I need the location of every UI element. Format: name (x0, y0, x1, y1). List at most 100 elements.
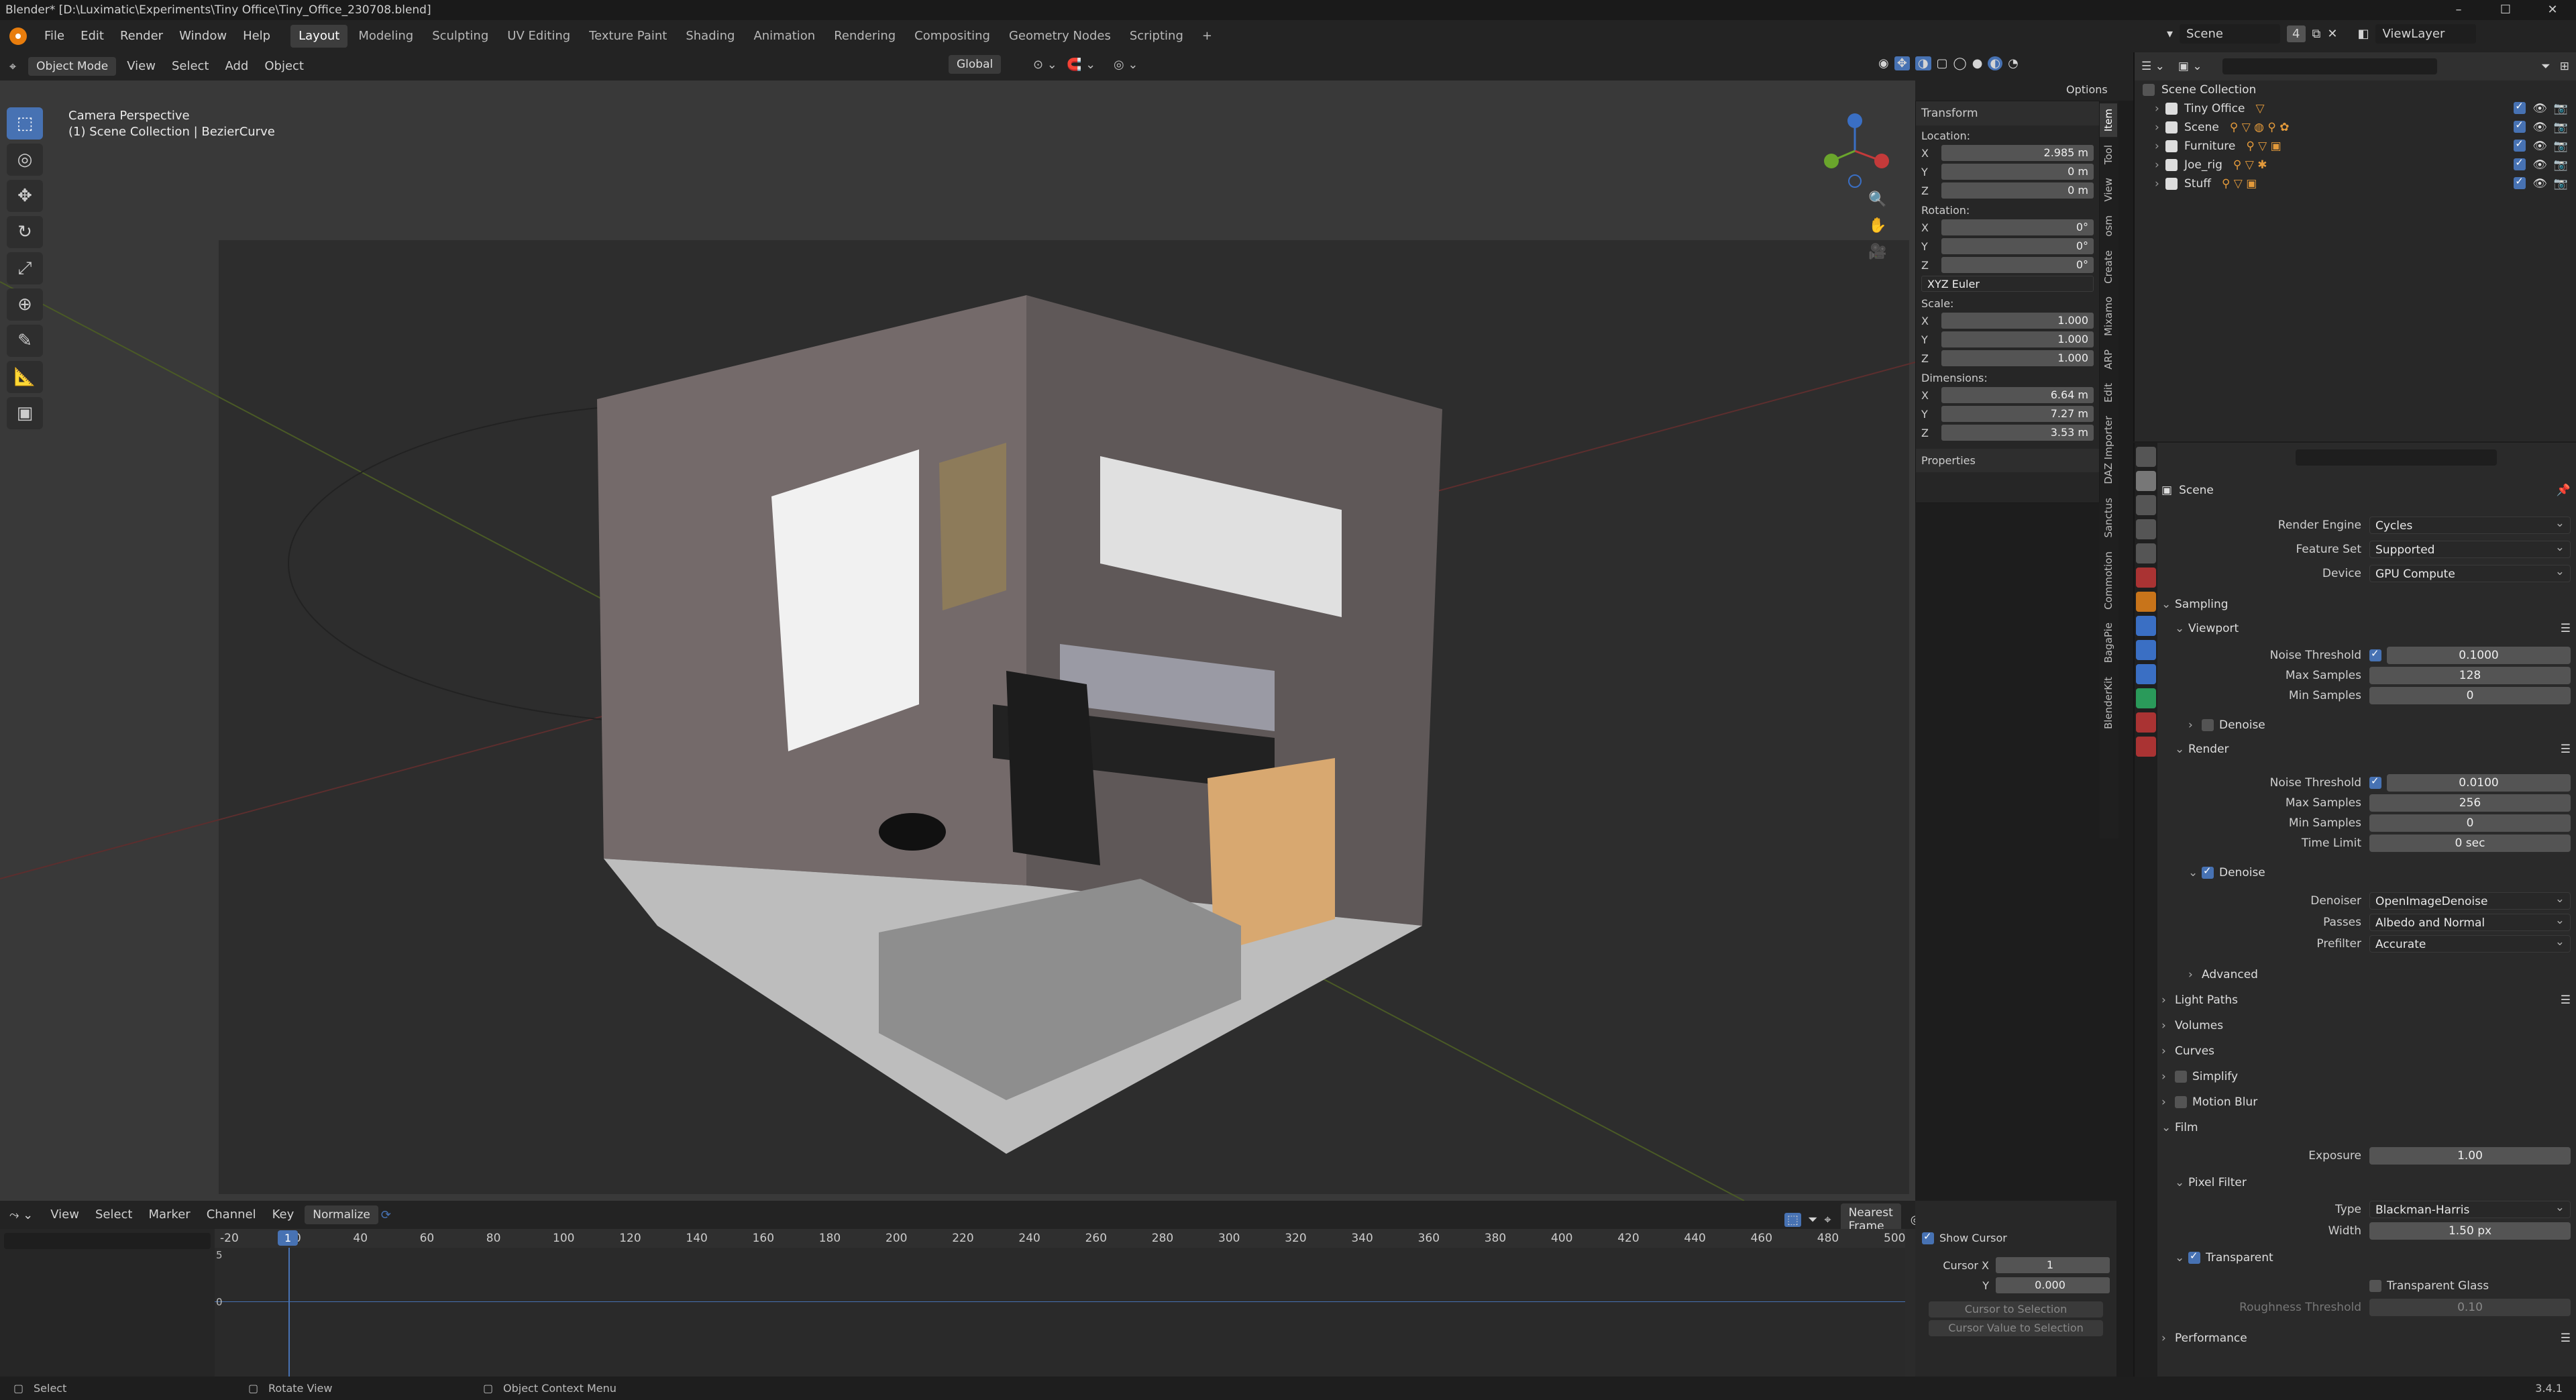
viewport-menu-add[interactable]: Add (217, 50, 256, 83)
display-mode-icon[interactable]: ▣ ⌄ (2178, 60, 2202, 73)
overlays-icon[interactable]: ◑ (1915, 56, 1931, 70)
camera-icon[interactable]: 📷 (2554, 177, 2568, 191)
outliner-search-input[interactable] (2222, 58, 2437, 74)
modifier-tab-icon[interactable] (2136, 616, 2156, 636)
advanced-subpanel[interactable]: Advanced (2202, 968, 2258, 981)
move-tool-icon[interactable]: ✥ (7, 180, 43, 212)
properties-search-input[interactable] (2296, 449, 2497, 466)
xray-icon[interactable]: ▢ (1937, 56, 1948, 70)
sidebar-tab-create[interactable]: Create (2100, 245, 2117, 289)
filters-icon[interactable]: ⏷ (1808, 1213, 1817, 1227)
playhead-line[interactable] (288, 1248, 290, 1377)
timeline-menu-key[interactable]: Key (264, 1199, 303, 1231)
proportional-edit-icon[interactable]: ◎ ⌄ (1114, 58, 1138, 72)
feature-set-dropdown[interactable]: Supported (2369, 539, 2571, 558)
workspace-tab-geometry-nodes[interactable]: Geometry Nodes (1001, 25, 1119, 48)
pin-icon[interactable]: 📌 (2557, 484, 2571, 497)
presets-icon[interactable]: ☰ (2561, 1332, 2571, 1345)
rotation-x-field[interactable]: 0° (1941, 219, 2094, 235)
measure-tool-icon[interactable]: 📐 (7, 361, 43, 393)
outliner-item-label[interactable]: Joe_rig (2184, 158, 2222, 172)
camera-icon[interactable]: 📷 (2554, 121, 2568, 134)
particles-tab-icon[interactable] (2136, 640, 2156, 660)
texture-tab-icon[interactable] (2136, 737, 2156, 757)
channel-search-input[interactable] (4, 1233, 211, 1249)
transform-orientation-dropdown[interactable]: Global (949, 55, 1002, 74)
workspace-tab-layout[interactable]: Layout (290, 25, 348, 48)
rotation-z-field[interactable]: 0° (1941, 257, 2094, 273)
outliner-item-label[interactable]: Tiny Office (2184, 102, 2245, 115)
workspace-tab-shading[interactable]: Shading (678, 25, 743, 48)
constraints-tab-icon[interactable] (2136, 688, 2156, 708)
snap-icon[interactable]: 🧲 ⌄ (1067, 58, 1095, 72)
blender-logo-icon[interactable] (9, 28, 27, 45)
filter-width-field[interactable]: 1.50 px (2369, 1222, 2571, 1240)
physics-tab-icon[interactable] (2136, 664, 2156, 684)
shading-rendered-icon[interactable]: ◔ (2008, 56, 2019, 70)
material-tab-icon[interactable] (2136, 712, 2156, 733)
viewport-menu-view[interactable]: View (119, 50, 164, 83)
workspace-tab-modeling[interactable]: Modeling (350, 25, 421, 48)
viewlayer-icon[interactable]: ◧ (2357, 27, 2369, 41)
r-min-samples-field[interactable]: 0 (2369, 814, 2571, 832)
r-denoise-subpanel[interactable]: Denoise (2219, 866, 2265, 879)
camera-icon[interactable]: 📷 (2554, 140, 2568, 153)
vp-noise-threshold-checkbox[interactable] (2369, 647, 2381, 661)
navigation-gizmo[interactable] (1811, 107, 1898, 195)
scale-tool-icon[interactable]: ⤢ (7, 252, 43, 284)
mode-dropdown[interactable]: Object Mode (28, 57, 117, 76)
graph-editor-area[interactable]: -202040608010012014016018020022024026028… (0, 1229, 1915, 1377)
viewport-subpanel-header[interactable]: Viewport (2188, 622, 2239, 635)
outliner-row[interactable]: › Furniture ⚲ ▽ ▣ 👁📷 (2135, 137, 2576, 156)
only-selected-icon[interactable]: ⬚ (1784, 1212, 1802, 1227)
zoom-icon[interactable]: 🔍 (1868, 191, 1886, 208)
auto-normalize-icon[interactable]: ⟳ (381, 1208, 391, 1222)
scale-y-field[interactable]: 1.000 (1941, 331, 2094, 347)
rotate-tool-icon[interactable]: ↻ (7, 216, 43, 248)
outliner-row[interactable]: › Stuff ⚲ ▽ ▣ 👁📷 (2135, 174, 2576, 193)
shading-material-icon[interactable]: ◐ (1988, 56, 2003, 70)
render-tab-icon[interactable] (2136, 471, 2156, 491)
select-box-tool-icon[interactable]: ⬚ (7, 107, 43, 140)
eye-icon[interactable]: 👁 (2532, 121, 2547, 134)
vp-denoise-checkbox[interactable] (2202, 719, 2214, 731)
vp-max-samples-field[interactable]: 128 (2369, 667, 2571, 684)
graph-region[interactable] (215, 1248, 1905, 1377)
tool-tab-icon[interactable] (2136, 447, 2156, 467)
delete-scene-icon[interactable]: ✕ (2327, 27, 2337, 41)
include-checkbox[interactable] (2514, 138, 2526, 152)
sidebar-tab-blenderkit[interactable]: BlenderKit (2100, 671, 2117, 735)
r-denoise-checkbox[interactable] (2202, 865, 2214, 879)
motion-blur-checkbox[interactable] (2175, 1096, 2187, 1108)
passes-dropdown[interactable]: Albedo and Normal (2369, 912, 2571, 931)
vp-denoise-subpanel[interactable]: Denoise (2219, 718, 2265, 732)
pixel-filter-subpanel[interactable]: Pixel Filter (2188, 1176, 2247, 1189)
show-cursor-checkbox[interactable] (1922, 1230, 1934, 1244)
3d-viewport[interactable]: Camera Perspective (1) Scene Collection … (0, 80, 1915, 1201)
outliner-row[interactable]: › Tiny Office ▽ 👁📷 (2135, 99, 2576, 118)
eye-icon[interactable]: 👁 (2532, 140, 2547, 153)
r-max-samples-field[interactable]: 256 (2369, 794, 2571, 812)
r-noise-threshold-checkbox[interactable] (2369, 775, 2381, 789)
curves-panel[interactable]: Curves (2175, 1044, 2214, 1058)
sampling-panel-header[interactable]: Sampling (2175, 598, 2229, 611)
presets-icon[interactable]: ☰ (2561, 993, 2571, 1007)
scale-z-field[interactable]: 1.000 (1941, 350, 2094, 366)
viewlayer-name[interactable]: ViewLayer (2375, 24, 2477, 44)
sidebar-tab-bagapie[interactable]: BagaPie (2100, 617, 2117, 668)
sidebar-tab-tool[interactable]: Tool (2100, 140, 2117, 170)
workspace-tab-animation[interactable]: Animation (745, 25, 823, 48)
object-tab-icon[interactable] (2136, 592, 2156, 612)
film-panel[interactable]: Film (2175, 1121, 2198, 1134)
menu-edit[interactable]: Edit (72, 20, 112, 52)
snap-frame-icon[interactable]: ⌖ (1824, 1213, 1831, 1227)
cursor-y-field[interactable]: 0.000 (1996, 1277, 2110, 1293)
timeline-menu-marker[interactable]: Marker (140, 1199, 198, 1231)
simplify-checkbox[interactable] (2175, 1071, 2187, 1083)
render-engine-dropdown[interactable]: Cycles (2369, 515, 2571, 534)
dimensions-x-field[interactable]: 6.64 m (1941, 387, 2094, 403)
light-paths-panel[interactable]: Light Paths (2175, 993, 2238, 1007)
outliner-root-collection[interactable]: Scene Collection (2161, 83, 2256, 97)
gizmo-icon[interactable]: ✥ (1894, 56, 1910, 70)
filter-type-dropdown[interactable]: Blackman-Harris (2369, 1199, 2571, 1218)
